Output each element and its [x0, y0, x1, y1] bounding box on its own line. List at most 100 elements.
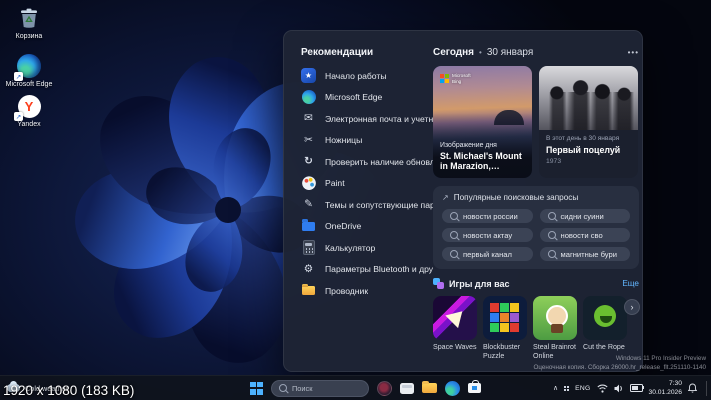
game-thumbnail — [433, 296, 477, 340]
show-desktop-button[interactable] — [706, 381, 707, 396]
card-title: Первый поцелуй — [546, 145, 631, 156]
today-date: 30 января — [487, 47, 533, 58]
desktop-icon-recycle-bin[interactable]: Корзина — [2, 5, 56, 42]
trending-pill[interactable]: магнитные бури — [540, 247, 631, 261]
card-kicker: Изображение дня — [440, 142, 527, 149]
folder-icon — [301, 283, 316, 298]
desktop-icon-edge[interactable]: ↗ Microsoft Edge — [2, 53, 56, 90]
battery-icon[interactable] — [630, 384, 643, 392]
bing-image-of-day-card[interactable]: Microsoft Bing Изображение дня St. Micha… — [433, 66, 532, 178]
recommendations-title: Рекомендации — [301, 47, 433, 58]
trending-title: Популярные поисковые запросы — [454, 193, 579, 202]
microsoft-store-icon[interactable] — [468, 383, 481, 393]
games-scroll-right-button[interactable]: › — [624, 299, 640, 315]
clock[interactable]: 7:30 30.01.2026 — [649, 379, 682, 397]
rec-item-calculator[interactable]: Калькулятор — [301, 241, 433, 254]
search-icon — [279, 384, 287, 392]
paint-icon — [301, 176, 316, 191]
calculator-icon — [301, 240, 316, 255]
task-view-icon[interactable] — [400, 383, 414, 394]
today-feed-section: Сегодня • 30 января ••• Microsoft Bing И… — [433, 47, 639, 361]
games-more-link[interactable]: Еще — [622, 279, 639, 288]
chevron-right-icon: › — [631, 302, 634, 312]
search-icon — [548, 212, 556, 220]
recommendations-section: Рекомендации ★ Начало работы Microsoft E… — [301, 47, 433, 297]
copilot-icon[interactable] — [377, 381, 392, 396]
today-label: Сегодня — [433, 47, 474, 58]
rec-item-themes[interactable]: ✎ Темы и сопутствующие параметры — [301, 198, 433, 211]
edge-icon: ↗ — [16, 53, 42, 79]
trending-pills: новости россии сидни суини новости актау… — [442, 209, 630, 261]
games-tiles-row: Space Waves Blockbuster Puzzle Steal Bra… — [433, 296, 639, 361]
taskbar-search-box[interactable] — [271, 380, 369, 397]
card-kicker: В этот день в 30 января — [546, 135, 631, 142]
rec-item-bluetooth-settings[interactable]: ⚙ Параметры Bluetooth и другие пара… — [301, 263, 433, 276]
system-tray: ∧ ENG 7:30 30.01.2026 — [553, 376, 707, 400]
file-explorer-icon[interactable] — [422, 383, 437, 393]
scissors-icon: ✂ — [301, 133, 316, 148]
gear-icon: ⚙ — [301, 262, 316, 277]
desktop-icon-label: Корзина — [2, 33, 56, 42]
search-input[interactable] — [292, 384, 361, 393]
rec-item-get-started[interactable]: ★ Начало работы — [301, 69, 433, 82]
shortcut-arrow-icon: ↗ — [14, 72, 23, 81]
rec-item-file-explorer[interactable]: Проводник — [301, 284, 433, 297]
wifi-icon[interactable] — [597, 384, 608, 393]
pencil-icon: ✎ — [301, 197, 316, 212]
game-tile-steal-brainrot[interactable]: Steal Brainrot Online — [533, 296, 577, 361]
trending-pill[interactable]: новости россии — [442, 209, 533, 223]
search-icon — [450, 231, 458, 239]
notification-bell-icon[interactable] — [688, 383, 697, 393]
get-started-icon: ★ — [301, 68, 316, 83]
language-indicator[interactable]: ENG — [575, 385, 590, 392]
trending-pill[interactable]: сидни суини — [540, 209, 631, 223]
refresh-icon: ↻ — [301, 154, 316, 169]
trending-searches-card: ↗ Популярные поисковые запросы новости р… — [433, 186, 639, 269]
game-tile-cut-the-rope[interactable]: Cut the Rope — [583, 296, 627, 361]
search-icon — [548, 250, 556, 258]
feed-cards-row: Microsoft Bing Изображение дня St. Micha… — [433, 66, 639, 178]
rec-item-edge[interactable]: Microsoft Edge — [301, 91, 433, 104]
image-size-overlay: 1920 x 1080 (183 KB) — [3, 383, 134, 398]
rec-item-paint[interactable]: Paint — [301, 177, 433, 190]
rec-item-check-updates[interactable]: ↻ Проверить наличие обновлений — [301, 155, 433, 168]
on-this-day-card[interactable]: В этот день в 30 января Первый поцелуй 1… — [539, 66, 638, 178]
onedrive-icon — [301, 219, 316, 234]
desktop-icon-yandex[interactable]: Y ↗ Yandex — [2, 93, 56, 130]
edge-icon[interactable] — [445, 381, 460, 396]
desktop-icon-label: Yandex — [2, 121, 56, 130]
tray-time: 7:30 — [649, 379, 682, 388]
rec-item-onedrive[interactable]: OneDrive — [301, 220, 433, 233]
trending-pill[interactable]: новости сво — [540, 228, 631, 242]
tray-app-icon[interactable] — [564, 386, 569, 391]
game-tile-blockbuster-puzzle[interactable]: Blockbuster Puzzle — [483, 296, 527, 361]
search-icon — [548, 231, 556, 239]
search-home-panel: Рекомендации ★ Начало работы Microsoft E… — [283, 30, 643, 372]
hidden-icons-chevron[interactable]: ∧ — [553, 384, 558, 392]
tray-date: 30.01.2026 — [649, 388, 682, 397]
desktop: { "colors": {"accent_link": "#62b6ff", "… — [0, 0, 711, 400]
games-title: Игры для вас — [449, 279, 510, 289]
edge-icon — [301, 90, 316, 105]
recommendations-list: ★ Начало работы Microsoft Edge ✉ Электро… — [301, 69, 433, 297]
volume-icon[interactable] — [614, 384, 624, 393]
microsoft-logo-icon — [440, 74, 449, 83]
more-options-icon[interactable]: ••• — [628, 48, 639, 57]
game-thumbnail — [483, 296, 527, 340]
start-button[interactable] — [250, 382, 263, 395]
taskbar-center — [250, 376, 481, 400]
microsoft-bing-logo: Microsoft Bing — [440, 73, 471, 85]
bullet-separator: • — [479, 48, 482, 57]
game-thumbnail — [533, 296, 577, 340]
rec-item-snipping-tool[interactable]: ✂ Ножницы — [301, 134, 433, 147]
trending-arrow-icon: ↗ — [442, 193, 449, 202]
game-tile-space-waves[interactable]: Space Waves — [433, 296, 477, 361]
today-header: Сегодня • 30 января ••• — [433, 47, 639, 58]
rec-item-mail-accounts[interactable]: ✉ Электронная почта и учетные записи — [301, 112, 433, 125]
insider-watermark: Windows 11 Pro Insider Preview Оценочная… — [533, 354, 706, 374]
trending-pill[interactable]: первый канал — [442, 247, 533, 261]
trending-pill[interactable]: новости актау — [442, 228, 533, 242]
yandex-icon: Y ↗ — [16, 93, 42, 119]
card-year: 1973 — [546, 158, 631, 165]
band-photo — [539, 66, 638, 130]
